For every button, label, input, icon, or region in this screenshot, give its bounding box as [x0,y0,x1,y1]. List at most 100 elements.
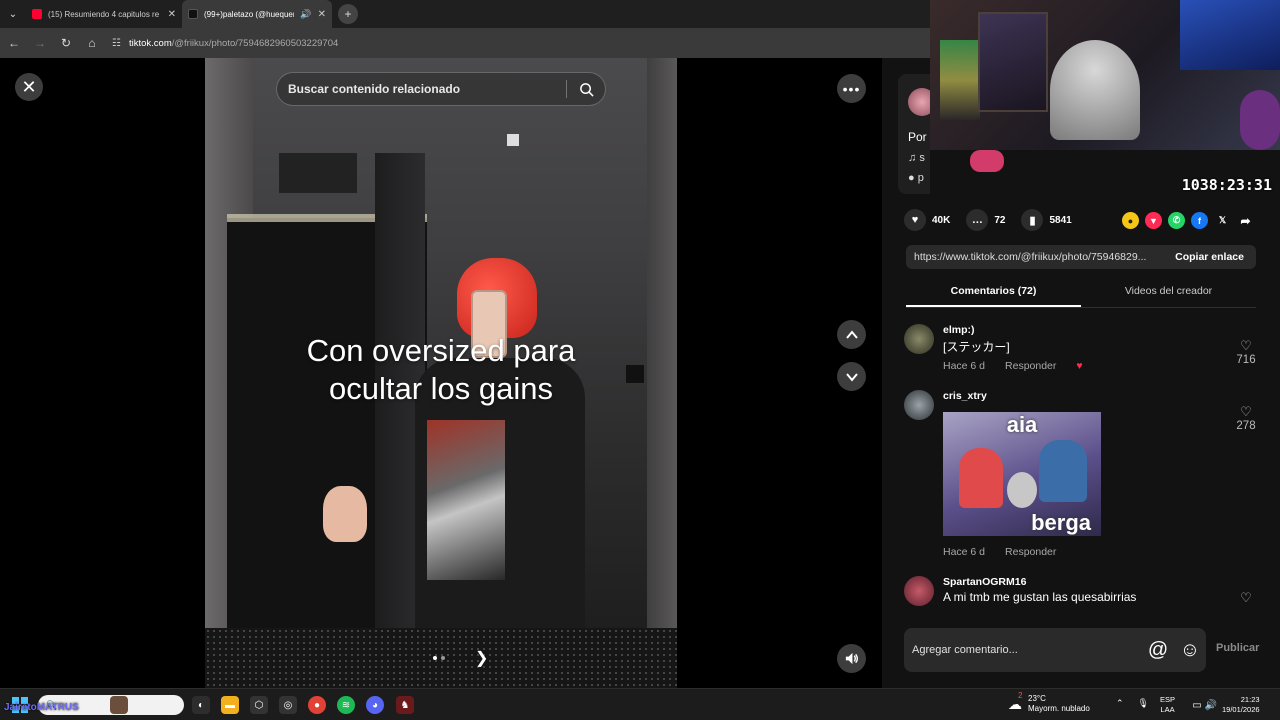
save-count: 5841 [1049,214,1072,226]
file-explorer-icon[interactable]: ▬ [221,696,239,714]
share-arrow-icon[interactable]: ➦ [1237,212,1254,229]
more-icon: ••• [842,80,861,97]
chrome-icon[interactable]: ● [308,696,326,714]
tag-link[interactable]: ● p [908,172,924,184]
embed-icon[interactable]: ● [1122,212,1139,229]
stream-timer: 1038:23:31 [1181,176,1272,194]
arrow-left-icon[interactable]: ← [2,28,26,58]
chevron-up-icon[interactable]: ⌃ [1116,698,1124,709]
comment-placeholder: Agregar comentario... [912,644,1018,656]
spotify-icon[interactable]: ≋ [337,696,355,714]
volume-icon[interactable]: 🔊 [1202,696,1220,714]
panel-tabs: Comentarios (72) Videos del creador [906,278,1256,308]
comment-button[interactable]: … 72 [966,209,1005,231]
comment-like-button[interactable]: ♡ 716 [1232,338,1260,366]
whatsapp-icon[interactable]: ✆ [1168,212,1185,229]
tab-comments[interactable]: Comentarios (72) [906,278,1081,307]
tab-title: (99+)paletazo (@huequero [204,9,295,19]
comment-username[interactable]: elmp:) [943,324,975,336]
tab-youtube[interactable]: (15) Resumiendo 4 capitulos re ✕ [26,0,182,28]
send-icon[interactable]: ▼ [1145,212,1162,229]
reload-icon[interactable]: ↻ [54,28,78,58]
home-icon[interactable]: ⌂ [80,28,104,58]
taskbar: 🔍 JairetoMATRUS ◐ ▬ ⬡ ◎ ● ≋ ◕ ♞ ☁ 2 23°C… [0,688,1280,720]
related-search-input[interactable]: Buscar contenido relacionado [276,72,606,106]
tab-tiktok[interactable]: (99+)paletazo (@huequero 🔊 ✕ [182,0,332,28]
comment-username[interactable]: cris_xtry [943,390,987,402]
tab-close-icon[interactable]: ✕ [168,9,176,20]
language-indicator[interactable]: ESP LAA [1160,695,1175,715]
lang-code: ESP [1160,695,1176,704]
webcam-window [1180,0,1280,70]
reply-button[interactable]: Responder [1005,546,1056,558]
close-button[interactable]: ✕ [15,73,43,101]
emoji-icon[interactable]: ☺ [1174,639,1206,662]
bookmark-icon: ▮ [1021,209,1044,231]
overwatch-icon[interactable]: ◎ [279,696,297,714]
tab-title: (15) Resumiendo 4 capitulos re [48,9,160,19]
arrow-right-icon[interactable]: → [28,28,52,58]
tab-audio-icon[interactable]: 🔊 [300,9,311,20]
mention-icon[interactable]: @ [1142,639,1174,662]
url-field[interactable]: ☷ tiktok.com/@friikux/photo/759468296050… [112,32,338,54]
comment-item: cris_xtry aia berga Hace 6 d Responder ♡… [904,390,1260,566]
comment-input[interactable]: Agregar comentario... @ ☺ [904,628,1206,672]
clock[interactable]: 21:23 19/01/2026 [1222,695,1260,715]
site-info-icon[interactable]: ☷ [112,38,121,49]
app-icon[interactable] [110,696,128,714]
music-link[interactable]: ♫ s [908,152,925,164]
share-url[interactable]: https://www.tiktok.com/@friikux/photo/75… [906,251,1163,263]
x-icon[interactable]: 𝕏 [1214,212,1231,229]
avatar[interactable] [904,324,934,354]
app-icon[interactable]: ♞ [396,696,414,714]
photo-socket [507,134,519,146]
sticker-figure [1039,440,1087,502]
facebook-icon[interactable]: f [1191,212,1208,229]
comment-like-button[interactable]: ♡ [1232,590,1260,606]
previous-post-button[interactable] [837,320,866,349]
youtube-icon [32,9,42,19]
chevron-up-icon [845,329,858,339]
weather-widget[interactable]: ☁ 2 23°C Mayorm. nublado [1008,691,1090,714]
avatar[interactable] [904,576,934,606]
lang-layout: LAA [1160,705,1175,714]
tab-creator-videos[interactable]: Videos del creador [1081,278,1256,307]
new-tab-button[interactable]: + [338,4,358,24]
more-button[interactable]: ••• [837,74,866,103]
comment-username[interactable]: SpartanOGRM16 [943,576,1026,588]
search-icon[interactable] [567,82,605,97]
sticker-text: aia [1006,412,1038,437]
avatar[interactable] [904,390,934,420]
heart-icon: ♡ [1240,590,1252,605]
like-count: 40K [932,214,951,226]
tag-text: p [917,172,924,184]
volume-button[interactable] [837,644,866,673]
comment-like-button[interactable]: ♡ 278 [1232,404,1260,432]
tab-search-icon[interactable]: ⌄ [0,0,26,28]
url-host: tiktok.com [128,37,172,49]
tiktok-icon [188,9,198,19]
comment-sticker-image[interactable]: aia berga [943,412,1101,536]
publish-button[interactable]: Publicar [1216,642,1259,654]
share-link-box: https://www.tiktok.com/@friikux/photo/75… [906,245,1256,269]
like-button[interactable]: ♥ 40K [904,209,950,231]
photo-post[interactable]: Con oversized para ocultar los gains ❯ [205,58,677,688]
save-button[interactable]: ▮ 5841 [1021,209,1072,231]
carousel-dot[interactable] [441,656,445,660]
carousel-dots [433,656,445,660]
app-icon[interactable]: ⬡ [250,696,268,714]
carousel-dot[interactable] [433,656,437,660]
weather-badge: 2 [1018,691,1023,700]
discord-icon[interactable]: ◕ [366,696,384,714]
weather-desc: Mayorm. nublado [1028,704,1090,713]
copy-link-button[interactable]: Copiar enlace [1163,251,1256,263]
comment-count: 72 [994,214,1006,226]
carousel-next-icon[interactable]: ❯ [475,648,488,668]
next-post-button[interactable] [837,362,866,391]
microphone-icon[interactable]: 🎙 [1138,698,1149,709]
task-view-icon[interactable]: ◐ [192,696,210,714]
caption-line: ocultar los gains [328,371,553,406]
reply-button[interactable]: Responder [1005,360,1056,372]
caption-line: Con oversized para [306,333,576,368]
tab-close-icon[interactable]: ✕ [318,9,326,20]
